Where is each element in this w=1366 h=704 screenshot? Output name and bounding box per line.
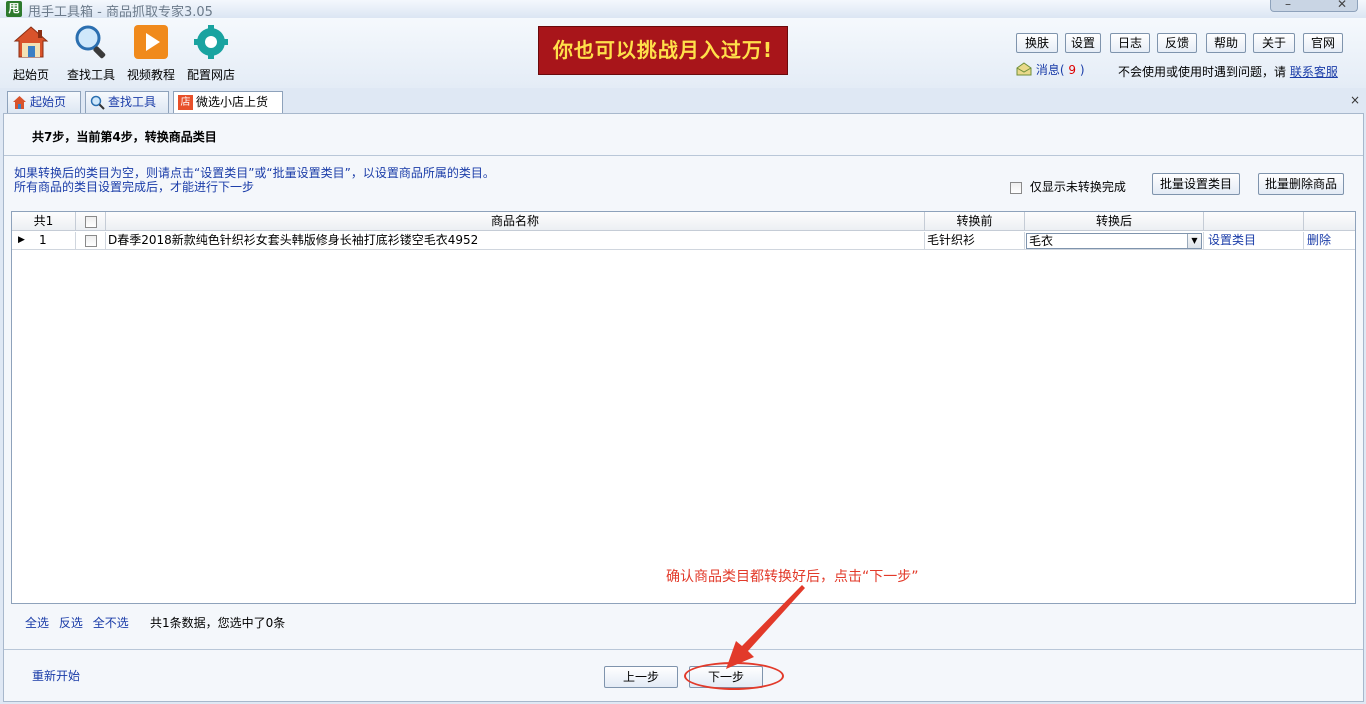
- header-select-all[interactable]: [76, 212, 106, 231]
- header-action-1: [1204, 212, 1304, 231]
- tab-weixuan-upload[interactable]: 店 微选小店上货: [173, 91, 283, 115]
- official-site-button[interactable]: 官网: [1303, 33, 1343, 53]
- batch-delete-button[interactable]: 批量删除商品: [1258, 173, 1344, 195]
- product-grid: 共1 商品名称 转换前 转换后 ▶ 1 D春季2018新款纯色针织衫女套头韩版修…: [11, 211, 1356, 604]
- only-unconverted-filter[interactable]: 仅显示未转换完成: [1010, 178, 1126, 195]
- table-row[interactable]: ▶ 1 D春季2018新款纯色针织衫女套头韩版修身长袖打底衫镂空毛衣4952 毛…: [12, 232, 1355, 250]
- only-unconverted-checkbox[interactable]: [1010, 181, 1022, 194]
- main-toolbar: 起始页 查找工具 视频教程 配置网店 你也可以挑战月入过万! 换肤 设置 日志 …: [0, 18, 1366, 88]
- set-category-link[interactable]: 设置类目: [1204, 232, 1304, 250]
- prev-step-button[interactable]: 上一步: [604, 666, 678, 688]
- tab-label: 查找工具: [108, 95, 157, 109]
- tool-video[interactable]: 视频教程: [121, 24, 181, 83]
- header-after[interactable]: 转换后: [1025, 212, 1204, 231]
- row-checkbox[interactable]: [84, 234, 97, 247]
- header-before[interactable]: 转换前: [925, 212, 1025, 231]
- magnifier-icon: [73, 24, 109, 60]
- row-index-cell: ▶ 1: [12, 232, 76, 250]
- tab-label: 起始页: [30, 95, 67, 109]
- tab-find-tools[interactable]: 查找工具: [85, 91, 169, 114]
- home-icon: [13, 24, 49, 60]
- log-button[interactable]: 日志: [1110, 33, 1150, 53]
- header-action-2: [1304, 212, 1355, 231]
- tab-home[interactable]: 起始页: [7, 91, 81, 114]
- title-bar: 甩 甩手工具箱 - 商品抓取专家3.05 – ✕: [0, 0, 1366, 20]
- invert-selection-link[interactable]: 反选: [59, 616, 83, 630]
- row-product-name: D春季2018新款纯色针织衫女套头韩版修身长袖打底衫镂空毛衣4952: [106, 232, 925, 250]
- chevron-down-icon[interactable]: ▼: [1187, 234, 1201, 248]
- skin-button[interactable]: 换肤: [1016, 33, 1058, 53]
- row-after-cell: 毛衣 ▼: [1025, 232, 1204, 250]
- tool-config-shop[interactable]: 配置网店: [181, 24, 241, 83]
- current-row-indicator-icon: ▶: [18, 235, 25, 245]
- play-icon: [133, 24, 169, 60]
- message-count: 9: [1068, 63, 1076, 77]
- after-category-value: 毛衣: [1029, 234, 1054, 248]
- divider: [4, 155, 1363, 156]
- tab-strip: 起始页 查找工具 店 微选小店上货 ×: [0, 88, 1366, 115]
- close-window-button[interactable]: ✕: [1337, 0, 1347, 11]
- settings-button[interactable]: 设置: [1065, 33, 1101, 53]
- tool-label: 起始页: [12, 68, 49, 82]
- message-label: 消息(: [1035, 63, 1065, 77]
- row-checkbox-cell[interactable]: [76, 232, 106, 250]
- help-text: 不会使用或使用时遇到问题，请: [1118, 65, 1287, 79]
- header-product-name[interactable]: 商品名称: [106, 212, 925, 231]
- gear-icon: [193, 24, 229, 60]
- selection-summary: 共1条数据，您选中了0条: [150, 616, 286, 630]
- tool-home[interactable]: 起始页: [1, 24, 61, 83]
- shop-icon: 店: [178, 95, 193, 110]
- note-line-1: 如果转换后的类目为空，则请点击“设置类目”或“批量设置类目”，以设置商品所属的类…: [14, 166, 495, 180]
- select-all-checkbox[interactable]: [84, 215, 97, 228]
- row-before-category: 毛针织衫: [925, 232, 1025, 250]
- annotation-arrow-icon: [726, 585, 805, 669]
- annotation-highlight-ellipse: [684, 662, 784, 690]
- restart-link[interactable]: 重新开始: [32, 667, 80, 684]
- message-link[interactable]: 消息( 9 ): [1016, 61, 1085, 79]
- window-controls: – ✕: [1270, 0, 1358, 12]
- content-panel: 共7步，当前第4步，转换商品类目 如果转换后的类目为空，则请点击“设置类目”或“…: [3, 113, 1364, 702]
- note-line-2: 所有商品的类目设置完成后，才能进行下一步: [14, 180, 255, 194]
- contact-support-link[interactable]: 联系客服: [1290, 65, 1338, 79]
- grid-header: 共1 商品名称 转换前 转换后: [12, 212, 1355, 231]
- delete-link[interactable]: 删除: [1304, 232, 1355, 250]
- about-button[interactable]: 关于: [1253, 33, 1295, 53]
- tool-label: 视频教程: [126, 68, 175, 82]
- batch-set-category-button[interactable]: 批量设置类目: [1152, 173, 1240, 195]
- selection-links: 全选 反选 全不选: [25, 614, 135, 631]
- only-unconverted-label: 仅显示未转换完成: [1029, 180, 1126, 194]
- tool-label: 查找工具: [66, 68, 115, 82]
- feedback-button[interactable]: 反馈: [1157, 33, 1197, 53]
- step-title: 共7步，当前第4步，转换商品类目: [32, 130, 217, 144]
- header-count: 共1: [12, 212, 76, 231]
- promo-banner[interactable]: 你也可以挑战月入过万!: [538, 26, 788, 75]
- minimize-button[interactable]: –: [1285, 0, 1291, 11]
- divider: [4, 649, 1363, 650]
- message-label-close: ): [1079, 63, 1085, 77]
- tool-label: 配置网店: [186, 68, 235, 82]
- tab-label: 微选小店上货: [196, 95, 269, 109]
- help-button[interactable]: 帮助: [1206, 33, 1246, 53]
- select-all-link[interactable]: 全选: [25, 616, 49, 630]
- row-index: 1: [39, 233, 47, 247]
- tool-find[interactable]: 查找工具: [61, 24, 121, 83]
- app-icon: 甩: [6, 1, 22, 17]
- select-none-link[interactable]: 全不选: [93, 616, 129, 630]
- help-hint: 不会使用或使用时遇到问题，请 联系客服: [1118, 63, 1338, 80]
- magnifier-icon: [90, 95, 105, 110]
- close-tab-icon[interactable]: ×: [1350, 93, 1360, 107]
- message-icon: [1016, 62, 1032, 79]
- home-icon: [12, 95, 27, 110]
- instruction-note: 如果转换后的类目为空，则请点击“设置类目”或“批量设置类目”，以设置商品所属的类…: [14, 166, 495, 194]
- after-category-select[interactable]: 毛衣 ▼: [1026, 233, 1202, 249]
